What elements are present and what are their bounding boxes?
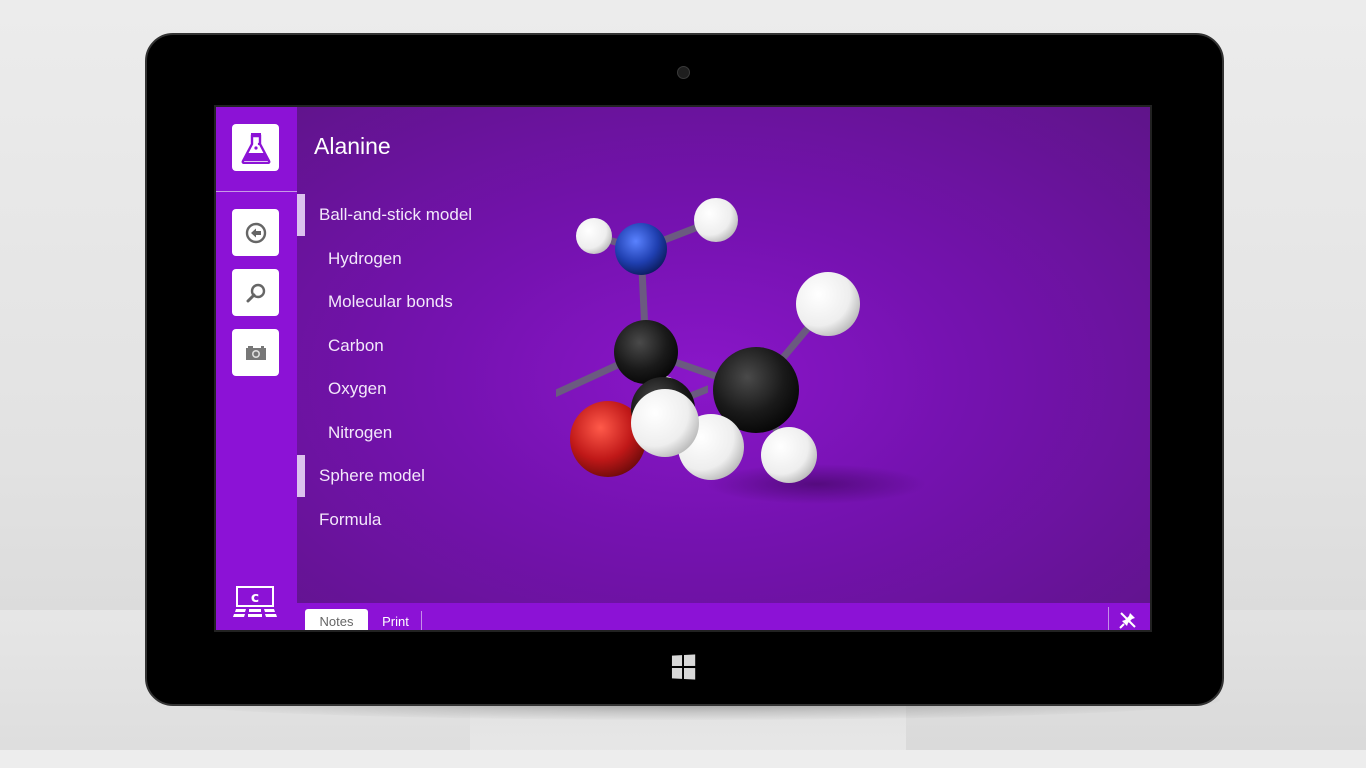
nav-item-label: Molecular bonds <box>328 292 453 311</box>
app-bar: Notes Print <box>297 603 1150 630</box>
nav-item-oxygen[interactable]: Oxygen <box>297 368 557 410</box>
search-button[interactable] <box>232 269 279 316</box>
atom-hydrogen <box>631 389 699 457</box>
molecule-shadow <box>706 464 926 504</box>
atom-hydrogen <box>796 272 860 336</box>
atom-hydrogen <box>576 218 612 254</box>
back-button[interactable] <box>232 209 279 256</box>
atom-nitrogen <box>615 223 667 275</box>
webcam-icon <box>677 66 690 79</box>
molecule-left-fragment <box>570 377 708 477</box>
svg-text:c: c <box>251 590 259 606</box>
nav-item-nitrogen[interactable]: Nitrogen <box>297 412 557 454</box>
nav-item-ball-and-stick-model[interactable]: Ball-and-stick model <box>297 194 557 236</box>
selection-indicator <box>297 455 305 497</box>
nav-item-label: Ball-and-stick model <box>319 205 473 224</box>
tab-divider <box>421 611 422 630</box>
unpin-icon[interactable] <box>1118 610 1138 630</box>
background-floor-bottom <box>0 750 1366 768</box>
app-screen: c Alanine Ball-and-stick model Hydrogen … <box>214 105 1152 632</box>
nav-item-label: Sphere model <box>319 466 425 485</box>
sidebar: c <box>216 107 297 630</box>
camera-icon <box>245 345 266 360</box>
snapshot-button[interactable] <box>232 329 279 376</box>
nav-item-label: Hydrogen <box>328 249 402 268</box>
nav-item-label: Formula <box>319 510 382 529</box>
tab-print[interactable]: Print <box>368 609 423 630</box>
atom-hydrogen <box>761 427 817 483</box>
tab-notes[interactable]: Notes <box>305 609 368 630</box>
app-logo-tile[interactable] <box>232 124 279 171</box>
nav-item-molecular-bonds[interactable]: Molecular bonds <box>297 281 557 323</box>
nav-item-label: Carbon <box>328 336 384 355</box>
nav-item-carbon[interactable]: Carbon <box>297 325 557 367</box>
atom-hydrogen <box>694 198 738 242</box>
pin-divider <box>1108 607 1109 630</box>
nav-item-hydrogen[interactable]: Hydrogen <box>297 238 557 280</box>
windows-logo-icon[interactable] <box>671 654 696 680</box>
nav-item-sphere-model[interactable]: Sphere model <box>297 455 557 497</box>
page-title: Alanine <box>314 133 391 159</box>
selection-indicator <box>297 194 305 236</box>
sidebar-divider <box>216 191 297 192</box>
nav-item-formula[interactable]: Formula <box>297 499 557 541</box>
computer-c-icon[interactable]: c <box>232 585 278 619</box>
back-arrow-circle-icon <box>245 222 266 243</box>
nav-item-label: Oxygen <box>328 379 387 398</box>
nav-item-label: Nitrogen <box>328 423 393 442</box>
flask-icon <box>241 132 270 164</box>
magnifier-icon <box>246 283 265 302</box>
